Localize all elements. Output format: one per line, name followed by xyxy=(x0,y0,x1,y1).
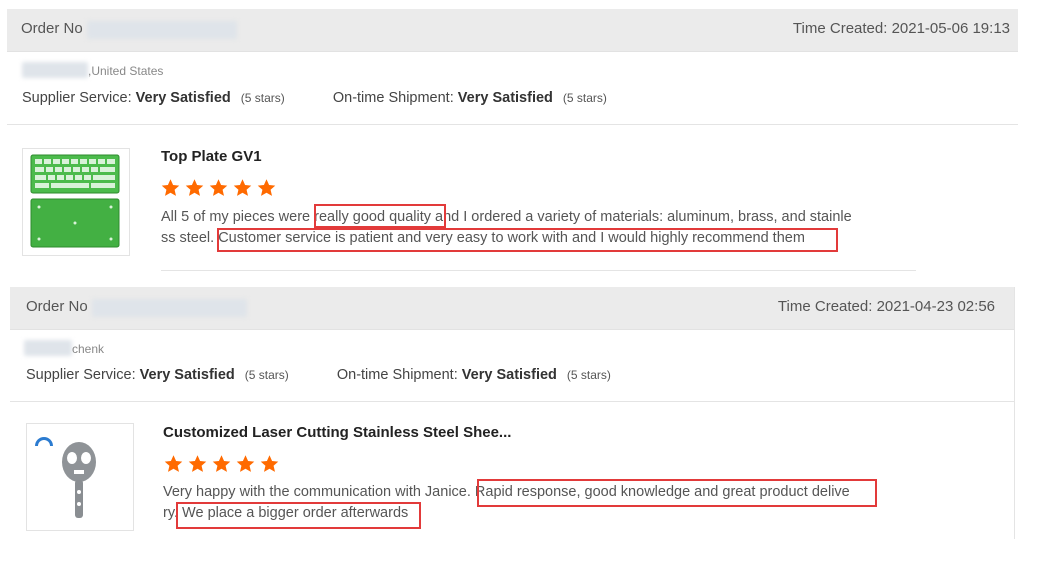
product-title[interactable]: Customized Laser Cutting Stainless Steel… xyxy=(163,424,511,441)
star-icon xyxy=(188,455,207,472)
service-ratings: Supplier Service: Very Satisfied (5 star… xyxy=(22,90,607,106)
star-icon xyxy=(209,179,228,196)
shipment-label: On-time Shipment: xyxy=(332,90,454,106)
star-rating xyxy=(160,178,280,198)
buyer-location: ,United States xyxy=(88,64,164,78)
order-header: Order No Time Created: 2021-04-23 02:56 xyxy=(10,287,1015,330)
product-image[interactable] xyxy=(26,423,134,531)
divider xyxy=(7,124,1018,125)
order-number-label: Order No xyxy=(26,298,88,315)
highlight-box xyxy=(217,228,838,252)
highlight-box xyxy=(176,502,421,529)
supplier-service-value: Very Satisfied xyxy=(135,90,231,106)
star-icon xyxy=(257,179,276,196)
supplier-service-label: Supplier Service: xyxy=(26,367,136,383)
panel-border xyxy=(1014,287,1015,539)
order-number-redacted xyxy=(92,299,247,317)
star-icon xyxy=(161,179,180,196)
supplier-service-label: Supplier Service: xyxy=(22,90,132,106)
star-rating xyxy=(163,454,283,474)
star-icon xyxy=(212,455,231,472)
steel-bottle-opener-icon xyxy=(35,437,96,518)
star-icon xyxy=(164,455,183,472)
product-image[interactable] xyxy=(22,148,130,256)
star-icon xyxy=(185,179,204,196)
supplier-service-value: Very Satisfied xyxy=(139,367,235,383)
highlight-box xyxy=(314,204,446,228)
time-created: Time Created: 2021-04-23 02:56 xyxy=(777,298,995,315)
order-number-label: Order No xyxy=(21,20,83,37)
product-title[interactable]: Top Plate GV1 xyxy=(161,148,262,165)
supplier-service-stars: (5 stars) xyxy=(244,368,289,382)
highlight-box xyxy=(477,479,877,507)
shipment-stars: (5 stars) xyxy=(566,368,611,382)
review-line: All 5 of my pieces were really good qual… xyxy=(161,209,852,225)
shipment-label: On-time Shipment: xyxy=(336,367,458,383)
shipment-value: Very Satisfied xyxy=(461,367,557,383)
star-icon xyxy=(260,455,279,472)
buyer-name-redacted xyxy=(24,340,72,356)
shipment-stars: (5 stars) xyxy=(562,91,607,105)
shipment-value: Very Satisfied xyxy=(457,90,553,106)
time-created: Time Created: 2021-05-06 19:13 xyxy=(792,20,1010,37)
divider xyxy=(161,270,916,271)
divider xyxy=(10,401,1015,402)
service-ratings: Supplier Service: Very Satisfied (5 star… xyxy=(26,367,611,383)
green-plate-icon xyxy=(30,154,120,248)
buyer-name-redacted xyxy=(22,62,88,78)
buyer-name: chenk xyxy=(72,342,105,356)
star-icon xyxy=(236,455,255,472)
supplier-service-stars: (5 stars) xyxy=(240,91,285,105)
order-number-redacted xyxy=(87,21,237,39)
star-icon xyxy=(233,179,252,196)
order-header: Order No Time Created: 2021-05-06 19:13 xyxy=(7,9,1018,52)
